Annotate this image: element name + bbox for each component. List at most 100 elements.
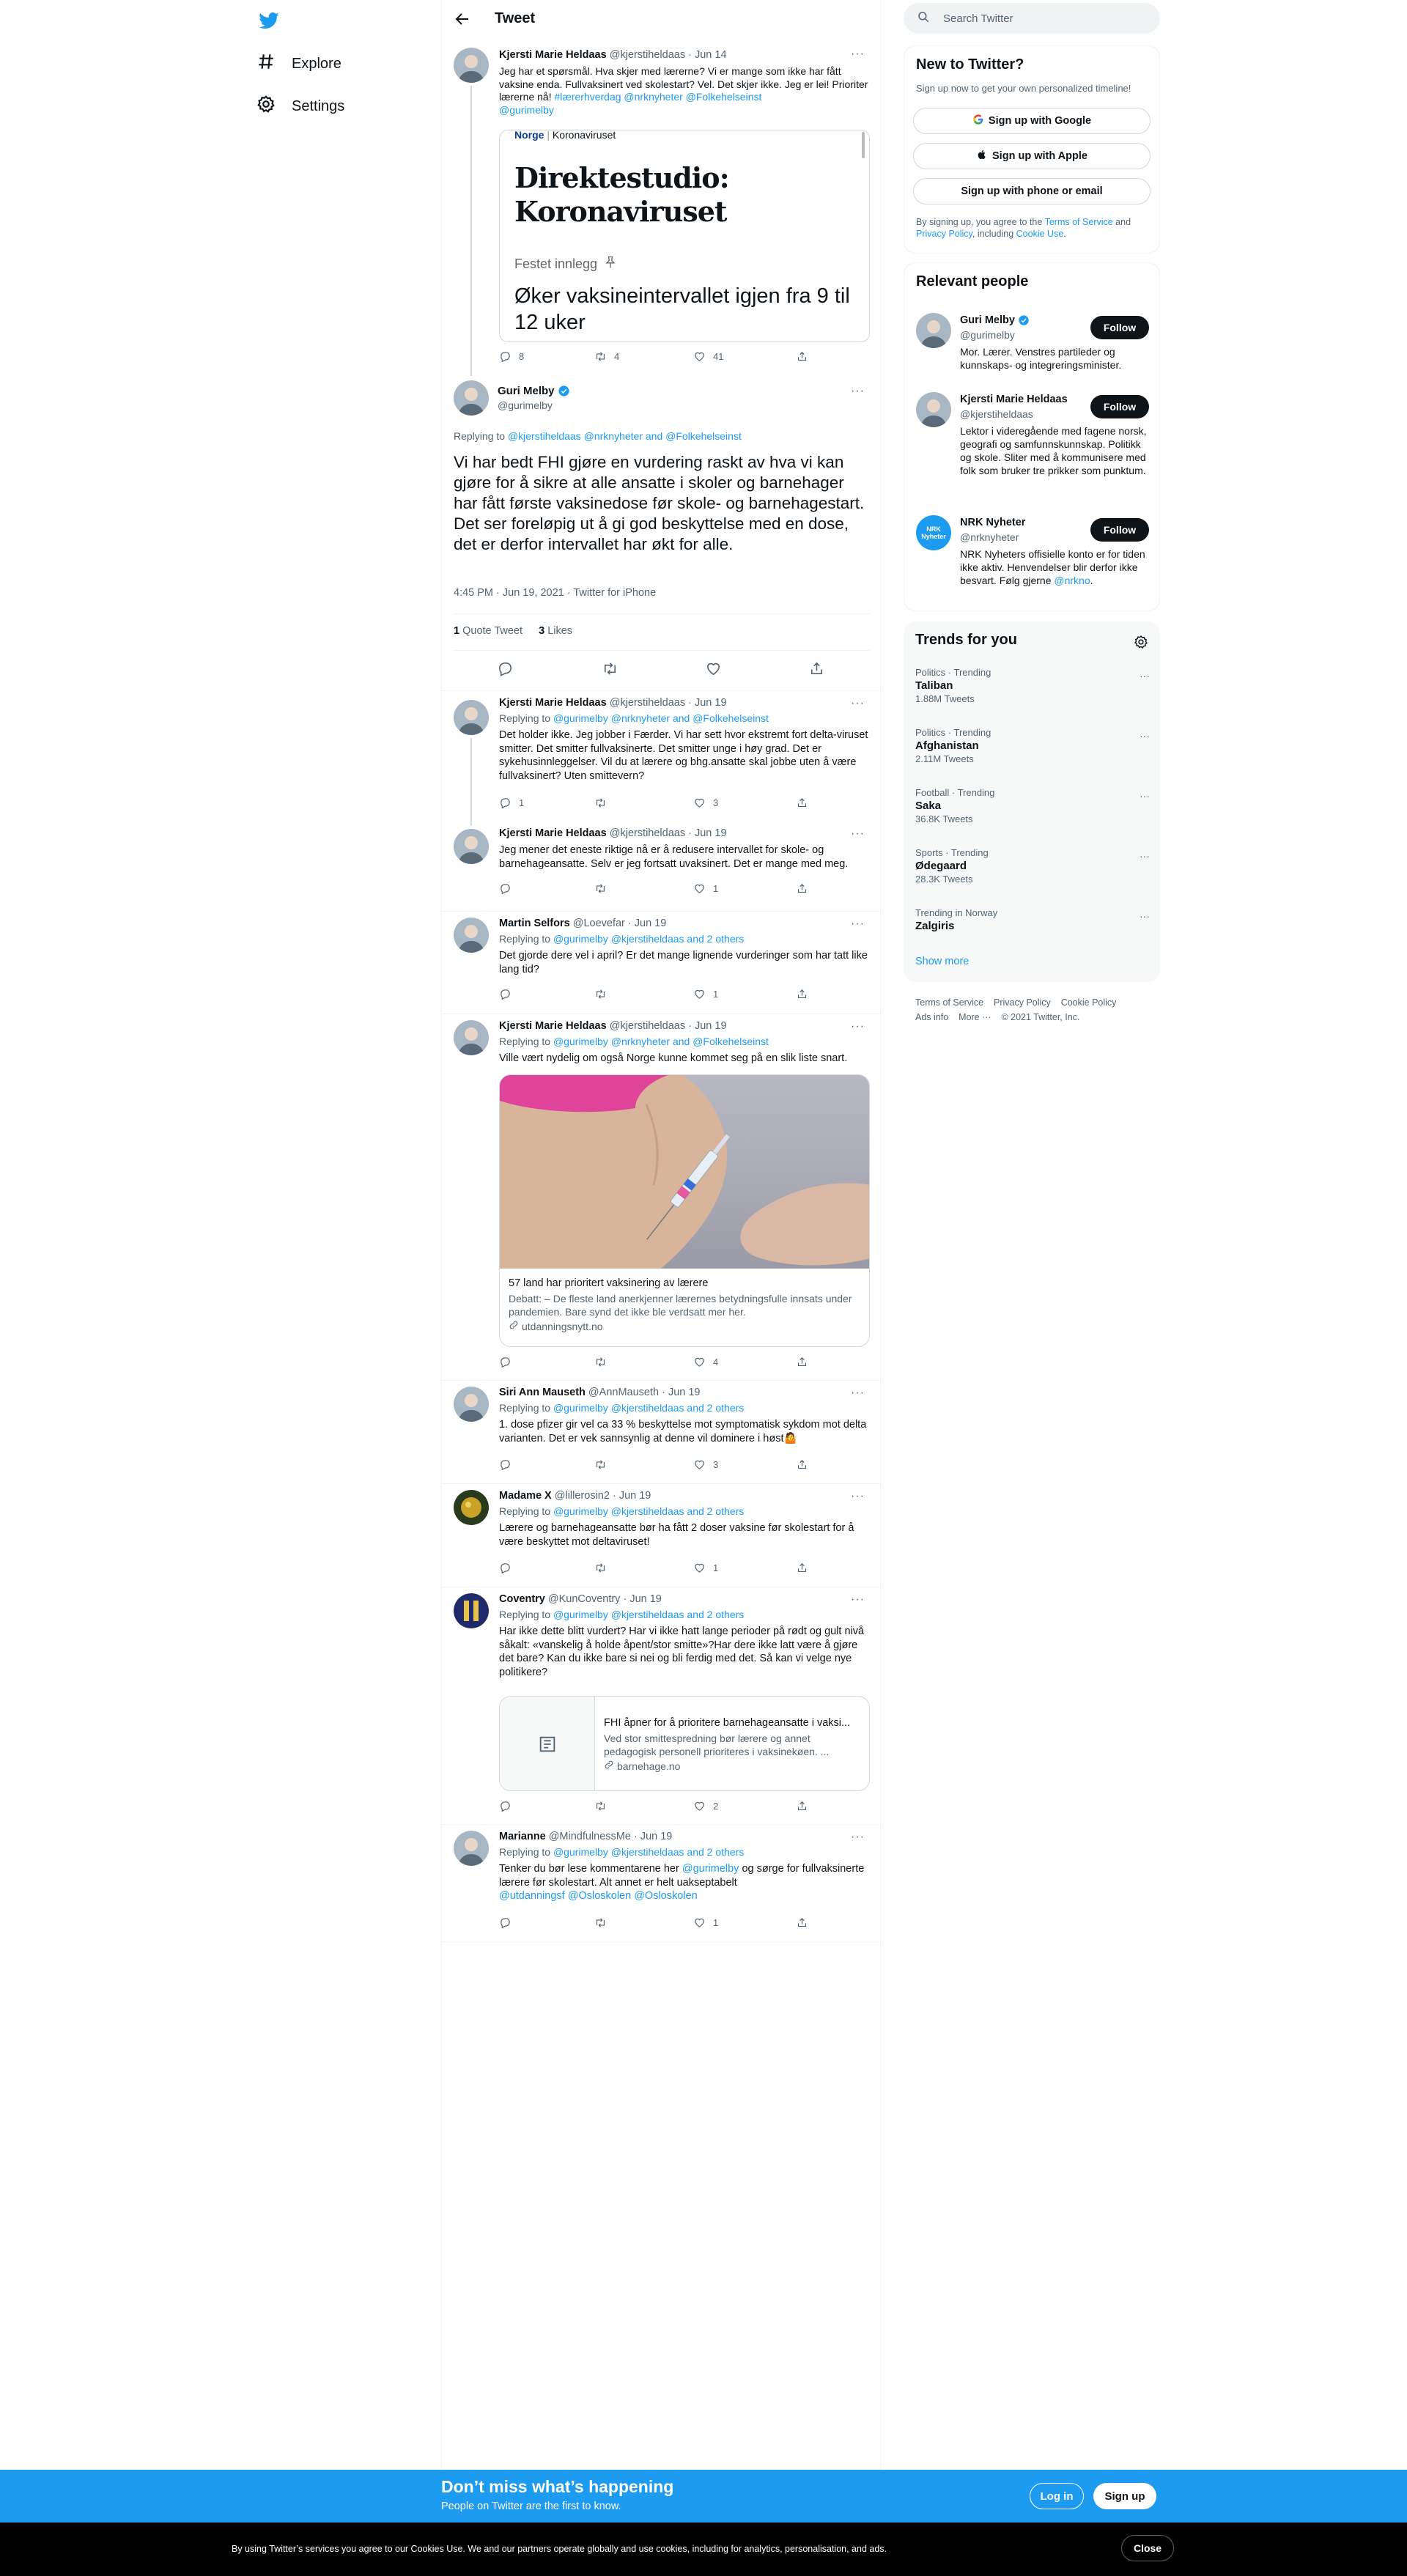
like-button[interactable]: 2 <box>693 1800 718 1812</box>
share-button[interactable] <box>796 1800 808 1812</box>
more-options-icon[interactable]: ··· <box>851 697 868 709</box>
like-button[interactable]: 1 <box>693 1916 718 1929</box>
retweet-button[interactable] <box>594 1800 614 1812</box>
like-button[interactable]: 1 <box>693 988 718 1000</box>
link-card-utdanningsnytt[interactable]: 57 land har prioritert vaksinering av læ… <box>499 1074 870 1347</box>
search-bar[interactable]: Search Twitter <box>904 3 1160 34</box>
card-scrollbar[interactable] <box>862 132 865 158</box>
quote-tweets-link[interactable]: 1 Quote Tweet <box>454 625 522 637</box>
reply-tweet[interactable]: Madame X @lillerosin2 · Jun 19 ··· Reply… <box>442 1484 882 1587</box>
reply-button[interactable] <box>499 1458 519 1471</box>
parent-tweet[interactable]: Kjersti Marie Heldaas @kjerstiheldaas · … <box>442 39 882 376</box>
nav-explore[interactable]: Explore <box>256 45 341 82</box>
follow-button[interactable]: Follow <box>1090 518 1149 542</box>
avatar[interactable] <box>454 1020 489 1055</box>
retweet-button[interactable] <box>594 797 614 809</box>
privacy-link[interactable]: Privacy Policy <box>916 229 972 239</box>
avatar[interactable] <box>454 1593 489 1628</box>
more-options-icon[interactable]: ··· <box>851 385 868 397</box>
avatar[interactable] <box>454 1831 489 1866</box>
more-options-icon[interactable]: ··· <box>851 48 868 60</box>
person-card[interactable]: Kjersti Marie Heldaas @kjerstiheldaas Fo… <box>904 388 1161 498</box>
avatar[interactable] <box>454 700 489 735</box>
person-card[interactable]: Guri Melby @gurimelby Follow Mor. Lærer.… <box>904 309 1161 382</box>
terms-link[interactable]: Terms of Service <box>1045 217 1113 227</box>
share-button[interactable] <box>796 350 808 363</box>
reply-button[interactable]: 8 <box>499 350 524 363</box>
reply-tweet[interactable]: Kjersti Marie Heldaas @kjerstiheldaas · … <box>442 826 882 912</box>
trend-item[interactable]: Politics · Trending Taliban 1.88M Tweets ··… <box>915 667 1150 704</box>
signup-button[interactable]: Sign up <box>1093 2483 1156 2509</box>
trend-item[interactable]: Politics · Trending Afghanistan 2.11M Twee… <box>915 727 1150 764</box>
share-button[interactable] <box>796 882 808 895</box>
like-button[interactable] <box>705 660 722 677</box>
like-button[interactable]: 4 <box>693 1356 718 1368</box>
footer-privacy[interactable]: Privacy Policy <box>994 997 1051 1008</box>
like-button[interactable]: 3 <box>693 797 718 809</box>
avatar[interactable] <box>454 1490 489 1525</box>
reply-tweet[interactable]: Martin Selfors @Loevefar · Jun 19 ··· Re… <box>442 912 882 1014</box>
trend-item[interactable]: Trending in Norway Zalgiris ··· <box>915 907 1150 932</box>
back-arrow-icon[interactable] <box>454 10 471 28</box>
share-button[interactable] <box>796 1562 808 1574</box>
trend-item[interactable]: Football · Trending Saka 36.8K Tweets ··· <box>915 787 1150 824</box>
like-button[interactable]: 1 <box>693 1562 718 1574</box>
reply-tweet[interactable]: Marianne @MindfulnessMe · Jun 19 ··· Rep… <box>442 1825 882 1942</box>
share-button[interactable] <box>796 988 808 1000</box>
reply-button[interactable] <box>497 660 514 677</box>
tweet-author[interactable]: Marianne @MindfulnessMe · Jun 19 <box>499 1831 672 1842</box>
avatar[interactable] <box>916 392 951 427</box>
reply-tweet[interactable]: Kjersti Marie Heldaas @kjerstiheldaas · … <box>442 1014 882 1381</box>
more-options-icon[interactable]: ··· <box>851 1020 868 1033</box>
more-options-icon[interactable]: ··· <box>851 1387 868 1399</box>
retweet-button[interactable] <box>594 1458 614 1471</box>
tweet-author[interactable]: Kjersti Marie Heldaas @kjerstiheldaas · … <box>499 697 727 709</box>
more-options-icon[interactable]: ··· <box>851 918 868 930</box>
reply-button[interactable] <box>499 1800 519 1812</box>
link-card-direktestudio[interactable]: Norge | Koronaviruset Direktestudio: Kor… <box>499 130 870 342</box>
more-options-icon[interactable]: ··· <box>851 1831 868 1843</box>
retweet-button[interactable] <box>594 1562 614 1574</box>
avatar[interactable] <box>454 829 489 864</box>
trend-more-icon[interactable]: ··· <box>1140 790 1150 802</box>
tweet-author[interactable]: Kjersti Marie Heldaas @kjerstiheldaas · … <box>499 1020 727 1032</box>
share-button[interactable] <box>796 1458 808 1471</box>
likes-link[interactable]: 3 Likes <box>539 625 572 637</box>
follow-button[interactable]: Follow <box>1090 316 1149 339</box>
footer-terms[interactable]: Terms of Service <box>915 997 983 1008</box>
reply-tweet[interactable]: Siri Ann Mauseth @AnnMauseth · Jun 19 ··… <box>442 1381 882 1484</box>
avatar[interactable] <box>916 313 951 348</box>
reply-button[interactable]: 1 <box>499 797 524 809</box>
nrk-avatar[interactable]: NRK Nyheter <box>916 515 951 550</box>
avatar[interactable] <box>454 48 489 83</box>
tweet-author[interactable]: Coventry @KunCoventry · Jun 19 <box>499 1593 662 1605</box>
footer-more[interactable]: More ··· <box>959 1012 991 1022</box>
reply-button[interactable] <box>499 1916 519 1929</box>
retweet-button[interactable] <box>594 988 614 1000</box>
tweet-author[interactable]: Kjersti Marie Heldaas @kjerstiheldaas · … <box>499 827 727 839</box>
more-options-icon[interactable]: ··· <box>851 1593 868 1606</box>
gear-icon[interactable] <box>1134 635 1148 653</box>
avatar[interactable] <box>454 1387 489 1422</box>
share-button[interactable] <box>796 1356 808 1368</box>
follow-button[interactable]: Follow <box>1090 395 1149 418</box>
tweet-author[interactable]: Kjersti Marie Heldaas @kjerstiheldaas · … <box>499 49 727 61</box>
tweet-author[interactable]: Siri Ann Mauseth @AnnMauseth · Jun 19 <box>499 1387 701 1398</box>
avatar[interactable] <box>454 918 489 953</box>
signup-phone-button[interactable]: Sign up with phone or email <box>913 178 1151 204</box>
link-card-barnehage[interactable]: FHI åpner for å prioritere barnehageansa… <box>499 1696 870 1791</box>
trend-item[interactable]: Sports · Trending Ødegaard 28.3K Tweets ··· <box>915 847 1150 885</box>
retweet-button[interactable] <box>594 1916 614 1929</box>
person-card[interactable]: NRK Nyheter NRK Nyheter @nrknyheter Foll… <box>904 511 1161 606</box>
reply-button[interactable] <box>499 1562 519 1574</box>
footer-ads[interactable]: Ads info <box>915 1012 948 1022</box>
cookie-use-link[interactable]: Cookie Use <box>1016 229 1064 239</box>
cookie-close-button[interactable]: Close <box>1121 2535 1174 2561</box>
retweet-button[interactable] <box>602 660 618 677</box>
retweet-button[interactable] <box>594 1356 614 1368</box>
signup-apple-button[interactable]: Sign up with Apple <box>913 143 1151 169</box>
share-button[interactable] <box>808 660 825 677</box>
nav-settings[interactable]: Settings <box>256 88 344 125</box>
like-button[interactable]: 41 <box>693 350 723 363</box>
show-more-link[interactable]: Show more <box>915 956 969 967</box>
